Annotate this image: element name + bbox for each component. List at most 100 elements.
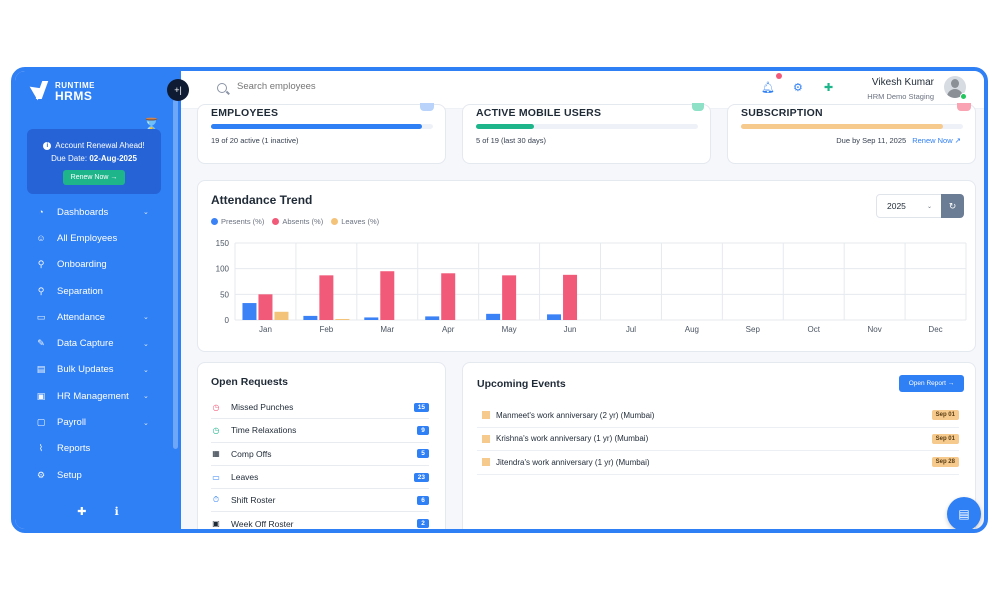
employees-progress-fill — [211, 124, 422, 129]
request-label: Leaves — [231, 472, 259, 483]
request-label: Week Off Roster — [231, 518, 294, 529]
request-count-badge: 23 — [413, 472, 429, 482]
mobile-icon — [692, 103, 704, 111]
sidebar-item-onboarding[interactable]: ⚲ Onboarding — [15, 252, 181, 278]
sidebar-item-bulk-updates[interactable]: ▤ Bulk Updates ⌄ — [15, 357, 181, 383]
clock-icon: ◷ — [212, 425, 220, 435]
sidebar-nav: ◔ Dashboards ⌄ ☺ All Employees ⚲ Onboarding ⚲ Se… — [15, 199, 181, 488]
request-row-week-off-roster[interactable]: ▣ Week Off Roster 2 — [211, 512, 429, 529]
subscription-progress — [741, 124, 963, 129]
anniversary-icon — [482, 411, 490, 420]
plugin-icon[interactable]: ✚ — [824, 81, 833, 94]
sidebar-item-separation[interactable]: ⚲ Separation — [15, 278, 181, 304]
online-status-indicator — [960, 93, 967, 100]
sidebar-item-label: Separation — [57, 285, 103, 297]
sidebar-item-label: Setup — [57, 469, 82, 481]
renew-now-button[interactable]: Renew Now → — [62, 170, 126, 185]
open-report-button[interactable]: Open Report → — [899, 375, 964, 392]
bar-presents — [242, 303, 257, 320]
request-count-badge: 15 — [413, 402, 429, 412]
bar-absents — [563, 274, 578, 320]
user-minus-icon: ⚲ — [37, 285, 45, 296]
pen-icon: ✎ — [37, 338, 45, 349]
collapse-icon: +| — [174, 85, 182, 95]
event-label: Manmeet's work anniversary (2 yr) (Mumba… — [496, 410, 655, 420]
chevron-down-icon: ⌄ — [143, 314, 149, 322]
events-list: Manmeet's work anniversary (2 yr) (Mumba… — [477, 404, 959, 475]
subscription-due: Due by Sep 11, 2025 — [836, 136, 907, 145]
user-plus-icon: ⚲ — [37, 259, 45, 270]
bar-absents — [502, 275, 517, 320]
user-name[interactable]: Vikesh Kumar — [872, 77, 934, 88]
bar-leaves — [274, 311, 289, 320]
sidebar-item-data-capture[interactable]: ✎ Data Capture ⌄ — [15, 330, 181, 356]
chevron-down-icon: ⌄ — [143, 419, 149, 427]
sidebar-item-reports[interactable]: ⌇ Reports — [15, 436, 181, 462]
gear-icon: ⚙ — [36, 469, 46, 480]
chevron-down-icon: ⌄ — [143, 340, 149, 348]
request-row-time-relaxations[interactable]: ◷ Time Relaxations 9 — [211, 419, 429, 443]
x-tick-label: Mar — [380, 325, 394, 334]
x-tick-label: Sep — [746, 325, 761, 334]
event-label: Jitendra's work anniversary (1 yr) (Mumb… — [496, 457, 650, 467]
x-tick-label: Jan — [259, 325, 272, 334]
request-row-missed-punches[interactable]: ◷ Missed Punches 15 — [211, 396, 429, 420]
plugin-icon[interactable]: ✚ — [77, 505, 86, 518]
upcoming-events-card: Upcoming Events Open Report → Manmeet's … — [462, 362, 976, 529]
x-tick-label: May — [502, 325, 517, 334]
clock-alert-icon: ◷ — [212, 402, 220, 412]
event-date-badge: Sep 28 — [931, 457, 959, 468]
sidebar-item-payroll[interactable]: ▢ Payroll ⌄ — [15, 409, 181, 435]
info-icon: i — [43, 141, 52, 150]
chart-icon: ⌇ — [38, 443, 44, 454]
x-tick-label: Jul — [626, 325, 636, 334]
request-count-badge: 6 — [417, 495, 429, 505]
chat-button[interactable]: ▤ — [947, 497, 981, 529]
brand-logo[interactable]: RUNTIME HRMS — [33, 79, 95, 103]
x-tick-label: Aug — [685, 325, 699, 334]
employees-progress — [211, 124, 433, 129]
event-date-badge: Sep 01 — [931, 410, 959, 421]
subscription-title: SUBSCRIPTION — [741, 107, 823, 119]
sidebar-footer: ✚ ℹ — [15, 505, 181, 518]
event-row[interactable]: Krishna's work anniversary (1 yr) (Mumba… — [477, 428, 959, 451]
sidebar-item-dashboards[interactable]: ◔ Dashboards ⌄ — [15, 199, 181, 225]
request-row-comp-offs[interactable]: ▦ Comp Offs 5 — [211, 443, 429, 466]
bell-icon[interactable]: 🔔︎ — [761, 81, 775, 94]
sidebar-item-all-employees[interactable]: ☺ All Employees — [15, 225, 181, 251]
sidebar: RUNTIME HRMS ⌛ i Account Renewal Ahead! D… — [15, 71, 181, 529]
renewal-title: Account Renewal Ahead! — [55, 141, 145, 150]
bar-presents — [547, 314, 562, 320]
sidebar-item-attendance[interactable]: ▭ Attendance ⌄ — [15, 304, 181, 330]
y-tick-label: 50 — [220, 290, 229, 299]
info-icon[interactable]: ℹ — [115, 505, 119, 518]
request-label: Shift Roster — [231, 495, 276, 506]
sidebar-item-setup[interactable]: ⚙ Setup — [15, 462, 181, 488]
sidebar-item-hr-management[interactable]: ▣ HR Management ⌄ — [15, 383, 181, 409]
x-tick-label: Jun — [564, 325, 577, 334]
event-row[interactable]: Jitendra's work anniversary (1 yr) (Mumb… — [477, 451, 959, 475]
mobile-progress-fill — [476, 124, 534, 129]
gear-icon[interactable]: ⚙ — [793, 81, 803, 94]
request-label: Comp Offs — [231, 448, 272, 459]
x-tick-label: Nov — [868, 325, 882, 334]
event-row[interactable]: Manmeet's work anniversary (2 yr) (Mumba… — [477, 404, 959, 428]
chat-icon: ▤ — [958, 507, 970, 521]
users-icon: ☺ — [36, 233, 46, 244]
renew-now-link[interactable]: Renew Now ↗ — [912, 136, 961, 145]
collapse-sidebar-button[interactable]: +| — [167, 79, 189, 101]
employees-card[interactable]: EMPLOYEES 19 of 20 active (1 inactive) — [197, 103, 446, 164]
request-row-leaves[interactable]: ▭ Leaves 23 — [211, 466, 429, 490]
renewal-due-date: 02-Aug-2025 — [89, 154, 137, 163]
search-input[interactable] — [237, 81, 437, 92]
renewal-banner: i Account Renewal Ahead! Due Date: 02-Aug… — [27, 129, 161, 194]
request-row-shift-roster[interactable]: ⏱ Shift Roster 6 — [211, 489, 429, 513]
dashboard-icon: ◔ — [38, 207, 44, 218]
event-date-badge: Sep 01 — [931, 433, 959, 444]
subscription-progress-fill — [741, 124, 944, 129]
y-tick-label: 100 — [216, 265, 230, 274]
mobile-users-card[interactable]: ACTIVE MOBILE USERS 5 of 19 (last 30 day… — [462, 103, 711, 164]
subscription-card[interactable]: SUBSCRIPTION Due by Sep 11, 2025 Renew No… — [727, 103, 976, 164]
logo-mark-icon — [33, 81, 53, 101]
x-tick-label: Dec — [928, 325, 942, 334]
